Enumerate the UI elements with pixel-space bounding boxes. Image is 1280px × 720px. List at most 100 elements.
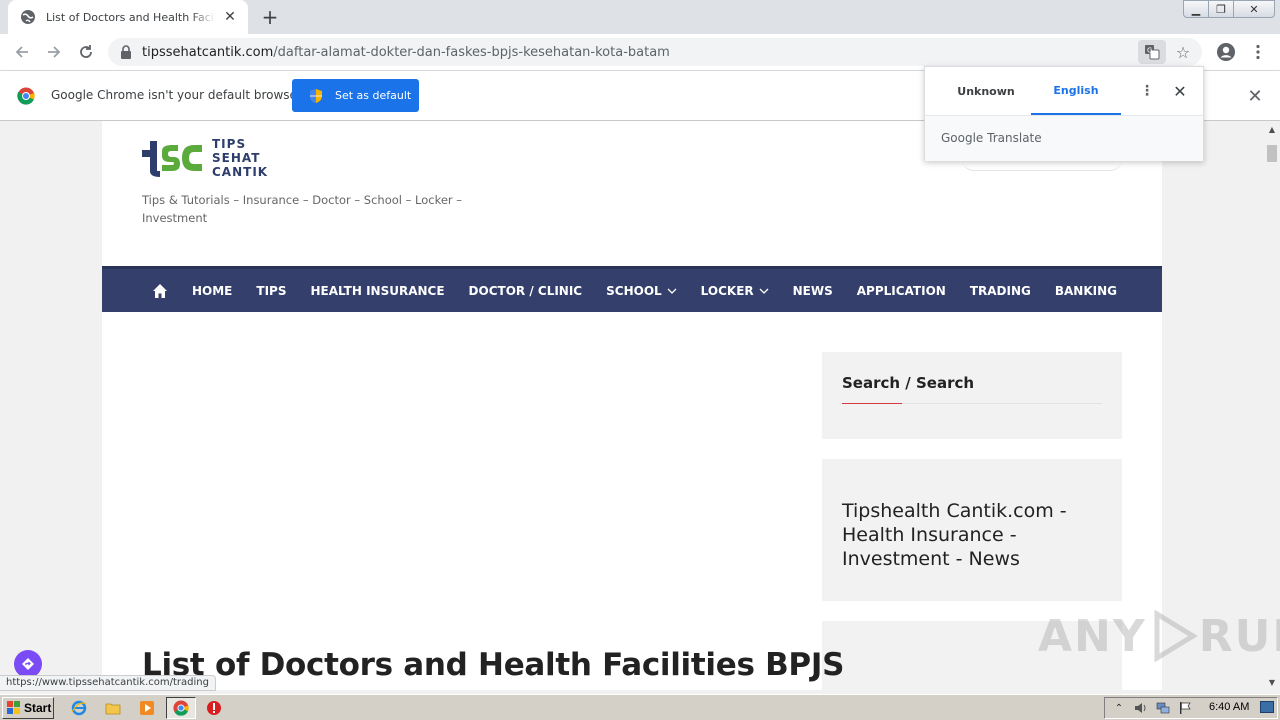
translate-popup: Unknown English ⋮ ✕ Google Translate	[924, 66, 1204, 161]
show-desktop-icon[interactable]	[1260, 701, 1274, 713]
back-button[interactable]	[10, 40, 34, 64]
page-viewport: TIPS SEHAT CANTIK Tips & Tutorials – Ins…	[0, 121, 1264, 690]
scroll-down-arrow-icon[interactable]: ▼	[1264, 674, 1280, 690]
windows-logo-icon	[7, 701, 20, 714]
uac-shield-icon	[310, 88, 322, 103]
arrow-left-icon	[15, 46, 28, 58]
nav-item-application[interactable]: APPLICATION	[857, 284, 946, 298]
bookmark-star-icon[interactable]: ☆	[1172, 41, 1194, 63]
folder-icon[interactable]	[104, 699, 122, 717]
start-button[interactable]: Start	[2, 697, 54, 719]
nav-item-label: NEWS	[792, 283, 833, 298]
widget-divider	[842, 403, 1102, 404]
chrome-logo-icon	[17, 87, 35, 105]
url-domain: tipssehatcantik.com	[142, 44, 274, 60]
window-close-button[interactable]: ✕	[1233, 0, 1275, 18]
url-path: /daftar-alamat-dokter-dan-faskes-bpjs-ke…	[273, 44, 670, 60]
nav-item-label: LOCKER	[700, 283, 754, 298]
lock-icon[interactable]	[120, 45, 132, 59]
system-tray: ⌃ 6:40 AM	[1104, 697, 1278, 719]
tab-target-language[interactable]: English	[1031, 67, 1121, 115]
nav-item-label: HEALTH INSURANCE	[310, 283, 445, 298]
widget-divider-accent	[842, 403, 902, 404]
address-url[interactable]: tipssehatcantik.com/daftar-alamat-dokter…	[142, 45, 670, 60]
tab-source-language[interactable]: Unknown	[941, 67, 1031, 115]
browser-tab[interactable]: List of Doctors and Health Facilities BP…	[8, 0, 248, 34]
logo-wordmark: TIPS SEHAT CANTIK	[212, 137, 268, 179]
watermark-left: ANY	[1038, 610, 1147, 662]
chevron-down-icon	[759, 288, 769, 294]
infobar-close-icon[interactable]: ✕	[1246, 86, 1264, 107]
google-translate-brand: Google Translate	[941, 131, 1042, 145]
network-icon[interactable]	[1155, 700, 1171, 716]
translate-options-icon[interactable]: ⋮	[1139, 81, 1155, 101]
site-logo[interactable]: TIPS SEHAT CANTIK	[142, 137, 277, 179]
set-default-button[interactable]: Set as default	[292, 79, 419, 112]
article-heading: List of Doctors and Health Facilities BP…	[142, 647, 845, 683]
site-tagline: Tips & Tutorials – Insurance – Doctor – …	[142, 193, 463, 225]
nav-item-label: TIPS	[256, 283, 287, 298]
translate-page-button[interactable]: G	[1138, 40, 1166, 64]
watermark-right: RUN	[1198, 610, 1280, 662]
play-triangle-icon	[1154, 610, 1198, 662]
diamond-arrow-icon	[22, 658, 34, 670]
start-label: Start	[24, 701, 52, 715]
logo-line-2: SEHAT	[212, 151, 261, 165]
nav-item-locker[interactable]: LOCKER	[701, 284, 769, 298]
account-icon	[1217, 43, 1235, 61]
stop-sign-icon[interactable]	[205, 699, 223, 717]
media-player-icon[interactable]	[138, 699, 156, 717]
status-url-bubble: https://www.tipssehatcantik.com/trading	[0, 675, 216, 691]
nav-item-label: HOME	[192, 283, 233, 298]
tsc-logo-icon	[142, 141, 202, 177]
scroll-up-arrow-icon[interactable]: ▲	[1264, 121, 1280, 137]
more-vert-icon	[1256, 44, 1260, 60]
translate-close-icon[interactable]: ✕	[1171, 81, 1189, 101]
tray-expand-icon[interactable]: ⌃	[1111, 700, 1127, 716]
nav-item-tips[interactable]: TIPS	[256, 284, 286, 298]
globe-icon	[21, 10, 35, 24]
chrome-icon	[173, 700, 189, 716]
chevron-down-icon	[667, 288, 677, 294]
assistant-bubble-button[interactable]	[14, 650, 42, 678]
nav-item-home[interactable]: HOME	[192, 284, 232, 298]
nav-item-banking[interactable]: BANKING	[1055, 284, 1117, 298]
tab-title: List of Doctors and Health Facilities BP…	[46, 10, 216, 24]
profile-button[interactable]	[1214, 40, 1238, 64]
promo-text: Tipshealth Cantik.com - Health Insurance…	[842, 500, 1067, 570]
menu-button[interactable]	[1246, 40, 1270, 64]
promo-widget: Tipshealth Cantik.com - Health Insurance…	[822, 459, 1122, 601]
nav-item-news[interactable]: NEWS	[793, 284, 833, 298]
page-content: TIPS SEHAT CANTIK Tips & Tutorials – Ins…	[102, 121, 1162, 690]
logo-line-3: CANTIK	[212, 165, 269, 179]
nav-item-label: TRADING	[969, 283, 1031, 298]
window-minimize-button[interactable]: ▁	[1183, 0, 1209, 18]
tab-close-icon[interactable]: ✕	[222, 9, 238, 25]
main-nav: HOME TIPS HEALTH INSURANCE DOCTOR / CLINIC S…	[102, 266, 1162, 312]
ie-icon[interactable]	[70, 699, 88, 717]
forward-button[interactable]	[42, 40, 66, 64]
chrome-taskbar-button[interactable]	[166, 697, 196, 719]
nav-item-trading[interactable]: TRADING	[970, 284, 1031, 298]
svg-text:G: G	[1147, 47, 1152, 55]
nav-items: HOME TIPS HEALTH INSURANCE DOCTOR / CLINIC S…	[192, 284, 1141, 298]
reload-icon	[80, 45, 92, 58]
taskbar-clock[interactable]: 6:40 AM	[1209, 701, 1249, 713]
vertical-scrollbar[interactable]: ▲ ▼	[1264, 121, 1280, 690]
translate-language-tabs: Unknown English	[941, 67, 1121, 115]
volume-icon[interactable]	[1133, 700, 1149, 716]
nav-item-health-insurance[interactable]: HEALTH INSURANCE	[310, 284, 444, 298]
anyrun-watermark: ANY RUN	[1038, 610, 1280, 662]
home-icon[interactable]	[152, 283, 168, 299]
action-center-flag-icon[interactable]	[1177, 700, 1193, 716]
reload-button[interactable]	[74, 40, 98, 64]
address-bar[interactable]: tipssehatcantik.com/daftar-alamat-dokter…	[108, 38, 1202, 66]
nav-item-label: APPLICATION	[856, 283, 946, 298]
nav-item-doctor-clinic[interactable]: DOCTOR / CLINIC	[469, 284, 583, 298]
tab-strip: List of Doctors and Health Facilities BP…	[0, 0, 1280, 34]
search-widget: Search / Search	[822, 352, 1122, 439]
scrollbar-thumb[interactable]	[1267, 145, 1277, 162]
nav-item-school[interactable]: SCHOOL	[606, 284, 677, 298]
new-tab-button[interactable]: +	[258, 5, 282, 29]
window-restore-button[interactable]: ❐	[1208, 0, 1234, 18]
